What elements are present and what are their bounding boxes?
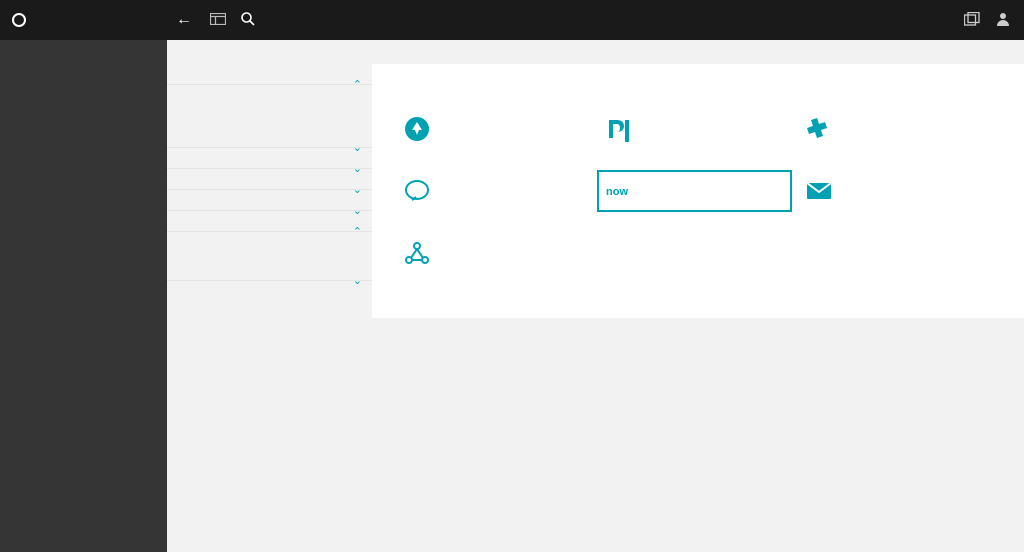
search-icon[interactable] <box>235 12 261 29</box>
dashboard-icon[interactable] <box>201 12 235 28</box>
webhook-icon <box>404 240 430 266</box>
svg-text:now: now <box>606 186 628 198</box>
popout-icon[interactable] <box>964 12 980 29</box>
nav-transactions[interactable] <box>0 180 167 194</box>
nav-group-label-monitor <box>0 124 167 138</box>
nav-reports[interactable] <box>0 110 167 124</box>
tile-servicenow[interactable]: now <box>597 164 798 226</box>
page-title <box>167 40 1024 64</box>
slack-icon <box>806 116 832 142</box>
nav-group-label-manage <box>0 264 167 278</box>
settings-group-integration[interactable]: ⌃ <box>167 211 372 232</box>
search-input[interactable] <box>261 13 561 28</box>
nav-problems[interactable] <box>0 68 167 82</box>
nav-vmware[interactable] <box>0 222 167 236</box>
settings-item-monitored-technologies[interactable] <box>167 113 372 127</box>
integration-tiles: now <box>396 102 1000 288</box>
chevron-down-icon: ⌄ <box>353 274 362 287</box>
nav-settings[interactable] <box>0 292 167 306</box>
victorops-icon <box>404 116 430 142</box>
settings-group-preferences[interactable]: ⌄ <box>167 260 372 281</box>
settings-group-anomaly[interactable]: ⌄ <box>167 190 372 211</box>
settings-group-monitoring[interactable]: ⌃ <box>167 64 372 85</box>
settings-item-monitoring-overview[interactable] <box>167 85 372 99</box>
back-button[interactable]: ← <box>167 11 201 29</box>
nav-smartscape[interactable] <box>0 96 167 110</box>
settings-group-web-monitoring[interactable]: ⌄ <box>167 127 372 148</box>
nav-aws[interactable] <box>0 236 167 250</box>
chevron-up-icon: ⌃ <box>353 78 362 91</box>
settings-item-process-group-naming[interactable] <box>167 99 372 113</box>
logo-icon <box>12 13 26 27</box>
settings-group-service-detection[interactable]: ⌄ <box>167 169 372 190</box>
email-icon <box>806 178 832 204</box>
nav-availability[interactable] <box>0 166 167 180</box>
main-sidebar <box>0 40 167 552</box>
tile-custom[interactable] <box>396 226 597 288</box>
servicenow-icon: now <box>605 178 631 204</box>
user-icon[interactable] <box>996 12 1010 29</box>
search-field[interactable] <box>261 13 964 28</box>
pagerduty-icon <box>605 116 631 142</box>
settings-group-cloud[interactable]: ⌄ <box>167 148 372 169</box>
main-panel: now <box>372 64 1024 318</box>
brand-logo[interactable] <box>0 13 167 27</box>
nav-deploy[interactable] <box>0 278 167 292</box>
nav-group-label-analyze <box>0 54 167 68</box>
content-area: ⌃ ⌄ ⌄ ⌄ ⌄ <box>167 40 1024 552</box>
chevron-up-icon: ⌃ <box>353 225 362 238</box>
nav-log-files[interactable] <box>0 82 167 96</box>
tile-victorops[interactable] <box>396 102 597 164</box>
top-bar: ← <box>0 0 1024 40</box>
nav-web-apps[interactable] <box>0 138 167 152</box>
settings-nav: ⌃ ⌄ ⌄ ⌄ ⌄ <box>167 64 372 318</box>
nav-databases[interactable] <box>0 194 167 208</box>
tile-pagerduty[interactable] <box>597 102 798 164</box>
nav-docker[interactable] <box>0 250 167 264</box>
hipchat-icon <box>404 178 430 204</box>
nav-mobile-apps[interactable] <box>0 152 167 166</box>
nav-hosts[interactable] <box>0 208 167 222</box>
tile-email[interactable] <box>798 164 999 226</box>
nav-home[interactable] <box>0 40 167 54</box>
tile-hipchat[interactable] <box>396 164 597 226</box>
tile-slack[interactable] <box>798 102 999 164</box>
settings-item-problem-notifications[interactable] <box>167 232 372 246</box>
settings-item-ruxit-api[interactable] <box>167 246 372 260</box>
